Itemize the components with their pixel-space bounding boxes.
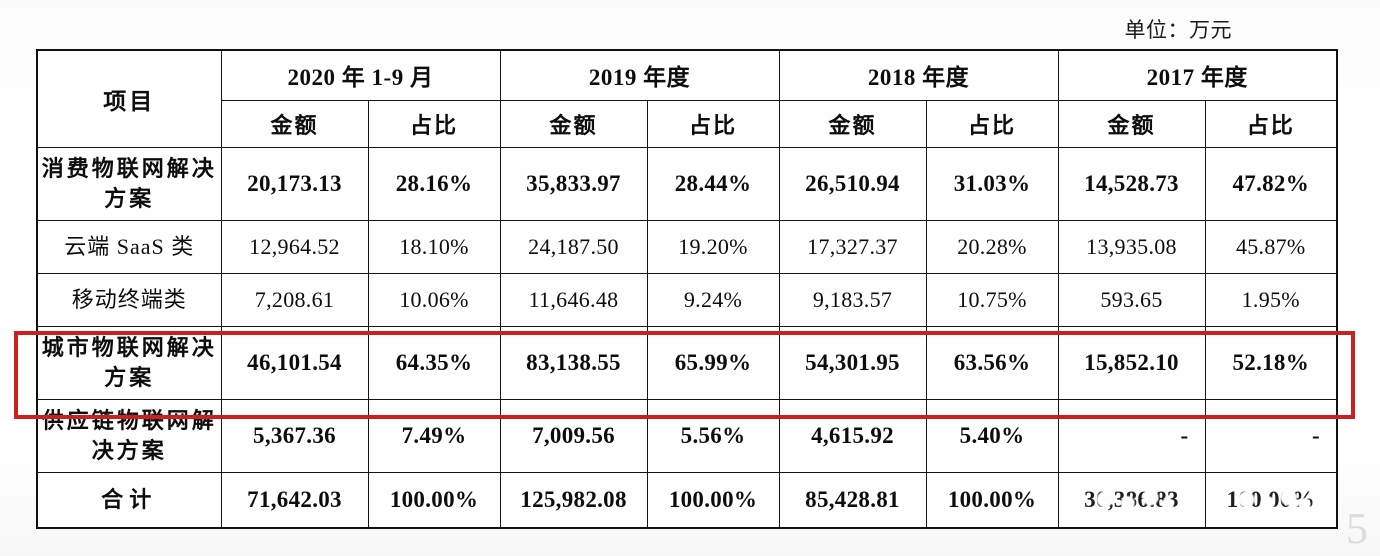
row-label: 消费物联网解决方案 (36, 147, 222, 221)
cell-amount: 4,615.92 (778, 399, 927, 473)
cell-amount-total: 85,428.81 (778, 472, 927, 529)
header-item-column: 项目 (36, 49, 222, 148)
cell-amount-total: 71,642.03 (220, 472, 369, 529)
cell-amount: 9,183.57 (778, 273, 927, 327)
cell-share: 5.40% (925, 399, 1059, 473)
row-label: 云端 SaaS 类 (36, 220, 222, 274)
cell-amount: 24,187.50 (499, 220, 648, 274)
cell-share-total: 100.00% (367, 472, 501, 529)
document-page: 单位：万元 项目 2020 年 1-9 月 2019 年度 2018 年度 20… (0, 0, 1380, 556)
cell-share-total: 100.00% (646, 472, 780, 529)
cell-share-total: 100.00% (1204, 472, 1338, 529)
row-label: 移动终端类 (36, 273, 222, 327)
header-share-2017: 占比 (1204, 99, 1338, 148)
table-row: 供应链物联网解决方案 5,367.36 7.49% 7,009.56 5.56%… (36, 399, 1338, 473)
table-row: 云端 SaaS 类 12,964.52 18.10% 24,187.50 19.… (36, 220, 1338, 274)
header-share-2018: 占比 (925, 99, 1059, 148)
cell-amount-empty: - (1057, 399, 1206, 473)
cell-value: 100.00% (1226, 487, 1315, 512)
cell-amount: 15,852.10 (1057, 326, 1206, 400)
cell-share: 10.06% (367, 273, 501, 327)
cell-amount: 13,935.08 (1057, 220, 1206, 274)
cell-share: 31.03% (925, 147, 1059, 221)
header-amount-2017: 金额 (1057, 99, 1206, 148)
cell-amount: 35,833.97 (499, 147, 648, 221)
header-amount-2020: 金额 (220, 99, 369, 148)
cell-amount: 46,101.54 (220, 326, 369, 400)
cell-share: 7.49% (367, 399, 501, 473)
table-body: 消费物联网解决方案 20,173.13 28.16% 35,833.97 28.… (36, 147, 1338, 529)
cell-amount: 7,009.56 (499, 399, 648, 473)
revenue-breakdown-table: 项目 2020 年 1-9 月 2019 年度 2018 年度 2017 年度 … (36, 49, 1339, 529)
header-row-periods: 项目 2020 年 1-9 月 2019 年度 2018 年度 2017 年度 (36, 49, 1338, 148)
table-row: 消费物联网解决方案 20,173.13 28.16% 35,833.97 28.… (36, 147, 1338, 221)
row-label: 供应链物联网解决方案 (36, 399, 222, 473)
header-period-2017: 2017 年度 (1057, 49, 1338, 101)
header-share-2019: 占比 (646, 99, 780, 148)
cell-share: 47.82% (1204, 147, 1338, 221)
cell-share: 63.56% (925, 326, 1059, 400)
cell-share: 28.16% (367, 147, 501, 221)
unit-note: 单位：万元 (1124, 18, 1232, 42)
cell-share: 52.18% (1204, 326, 1338, 400)
cell-share: 10.75% (925, 273, 1059, 327)
cell-amount: 26,510.94 (778, 147, 927, 221)
cell-share: 1.95% (1204, 273, 1338, 327)
cell-amount: 54,301.95 (778, 326, 927, 400)
cell-amount: 5,367.36 (220, 399, 369, 473)
cell-amount-total: 125,982.08 (499, 472, 648, 529)
cell-share: 19.20% (646, 220, 780, 274)
cell-share-total: 100.00% (925, 472, 1059, 529)
cell-amount-total: 30,386.83 (1057, 472, 1206, 529)
cell-amount: 593.65 (1057, 273, 1206, 327)
cell-share: 20.28% (925, 220, 1059, 274)
table-header: 项目 2020 年 1-9 月 2019 年度 2018 年度 2017 年度 … (36, 49, 1338, 148)
header-share-2020: 占比 (367, 99, 501, 148)
cell-amount: 14,528.73 (1057, 147, 1206, 221)
cell-share: 9.24% (646, 273, 780, 327)
header-period-2018: 2018 年度 (778, 49, 1059, 101)
watermark: 5 (1346, 504, 1370, 553)
cell-share-empty: - (1204, 399, 1338, 473)
cell-amount: 17,327.37 (778, 220, 927, 274)
cell-share: 64.35% (367, 326, 501, 400)
cell-amount: 7,208.61 (220, 273, 369, 327)
cell-amount: 12,964.52 (220, 220, 369, 274)
revenue-breakdown-table-container: 项目 2020 年 1-9 月 2019 年度 2018 年度 2017 年度 … (36, 49, 1339, 529)
table-row: 移动终端类 7,208.61 10.06% 11,646.48 9.24% 9,… (36, 273, 1338, 327)
cell-amount: 20,173.13 (220, 147, 369, 221)
cell-amount: 83,138.55 (499, 326, 648, 400)
cell-share: 65.99% (646, 326, 780, 400)
cell-share: 18.10% (367, 220, 501, 274)
row-label: 城市物联网解决方案 (36, 326, 222, 400)
cell-value: 30,386.83 (1084, 487, 1179, 512)
header-amount-2018: 金额 (778, 99, 927, 148)
cell-share: 28.44% (646, 147, 780, 221)
table-row-total: 合计 71,642.03 100.00% 125,982.08 100.00% … (36, 472, 1338, 529)
cell-share: 45.87% (1204, 220, 1338, 274)
header-period-2020: 2020 年 1-9 月 (220, 49, 501, 101)
row-label-total: 合计 (36, 472, 222, 529)
cell-share: 5.56% (646, 399, 780, 473)
header-period-2019: 2019 年度 (499, 49, 780, 101)
header-row-subcolumns: 金额 占比 金额 占比 金额 占比 金额 占比 (37, 99, 1338, 148)
header-amount-2019: 金额 (499, 99, 648, 148)
cell-amount: 11,646.48 (499, 273, 648, 327)
table-row-highlighted: 城市物联网解决方案 46,101.54 64.35% 83,138.55 65.… (36, 326, 1338, 400)
